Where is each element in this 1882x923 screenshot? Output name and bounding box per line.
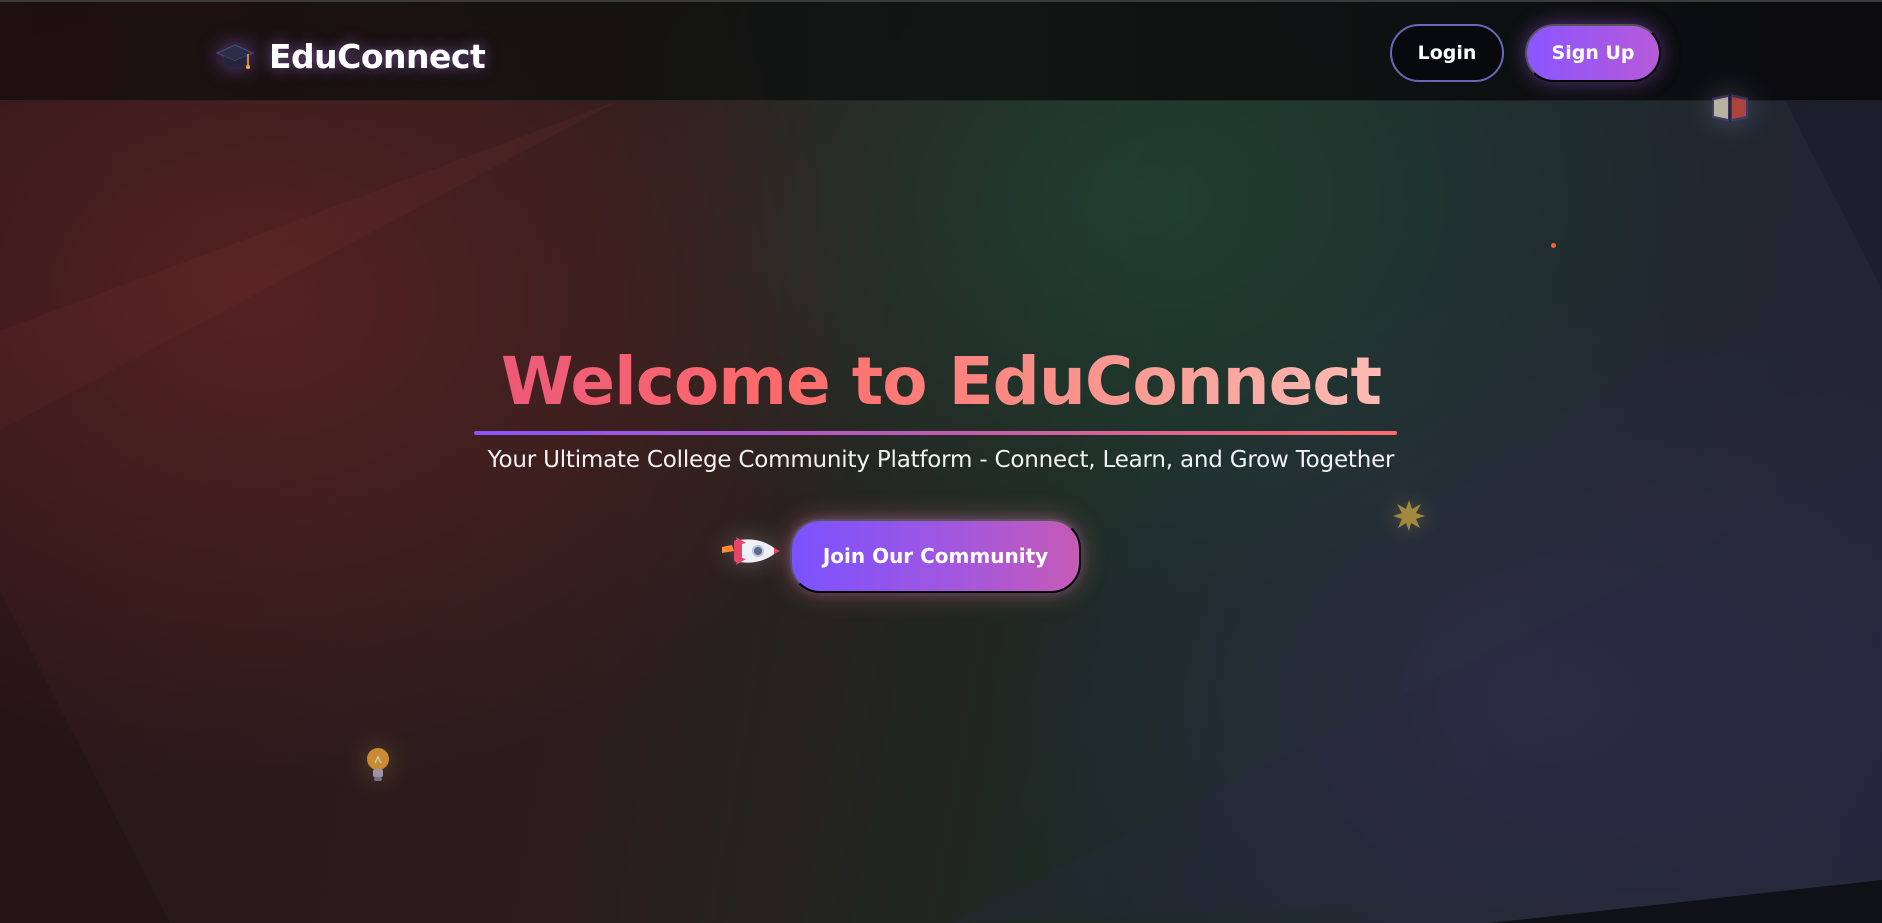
star-burst-icon (1392, 498, 1426, 532)
site-header: EduConnect Login Sign Up (0, 0, 1882, 101)
title-underline (474, 431, 1397, 435)
login-button[interactable]: Login (1390, 24, 1504, 82)
join-community-button[interactable]: Join Our Community (790, 519, 1081, 593)
hero-title: Welcome to EduConnect (441, 340, 1441, 424)
signup-button[interactable]: Sign Up (1525, 24, 1661, 82)
light-bulb-icon (362, 745, 394, 787)
landing-page: EduConnect Login Sign Up Welcome to EduC… (0, 0, 1882, 923)
brand-logo-link[interactable]: EduConnect (215, 34, 486, 78)
rocket-icon (720, 533, 782, 569)
hero-subtitle: Your Ultimate College Community Platform… (487, 447, 1395, 473)
brand-name: EduConnect (269, 36, 486, 76)
graduation-cap-icon (215, 36, 255, 76)
sparkle-dot (1551, 243, 1556, 248)
